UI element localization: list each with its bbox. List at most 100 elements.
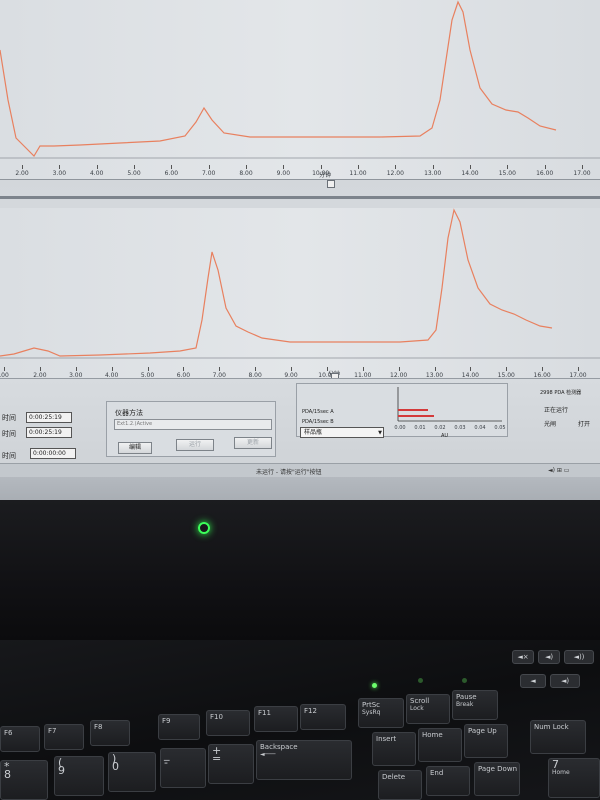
bottom-axis-tick-mark [39,367,41,371]
update-button[interactable]: 更新 [234,437,272,449]
status-bar: 未运行 - 请按"运行"按钮 ◄) ⊞ ▭ [0,463,600,477]
open-option[interactable]: 打开 [578,419,590,428]
keyboard: ◄× ◄) ◄)) ◄ ◄) F6 F7 F8 F9 F10 F11 F12 P… [0,640,600,800]
key-num-lock[interactable]: Num Lock [530,720,586,754]
top-axis-tick-mark [59,165,61,169]
legend-b: PDA/15sec B [302,419,334,425]
key-num-7[interactable]: 7 Home [548,758,600,798]
monitor-screen: 2.00 3.00 4.00 5.00 6.00 7.00 8.00 9.00 10.00 11.… [0,0,600,500]
panel-divider[interactable] [0,196,600,199]
key-f10[interactable]: F10 [206,710,250,736]
backspace-arrow-icon: ◄─── [260,751,276,758]
time-field-3: 0:00:00:00 [30,448,76,459]
key-f7[interactable]: F7 [44,724,84,750]
detector-title: 2998 PDA 检测器 [540,390,582,396]
key-home[interactable]: Home [418,728,462,762]
key-scroll-lock[interactable]: Scroll Lock [406,694,450,724]
chromatogram-panel-bottom[interactable]: .00 2.00 3.00 4.00 5.00 6.00 7.00 8.00 9.00 10.00… [0,208,600,388]
key-prtsc-top: PrtSc [362,701,381,709]
volume-mute-icon[interactable]: ◄ [520,674,546,688]
chromatogram-line-top [0,0,557,157]
sample-dropdown-value: 样品瓶 [304,429,323,436]
top-axis-tick-mark [507,165,509,169]
top-axis-tick-label: 6.00 [164,170,179,177]
chromatogram-panel-top[interactable]: 2.00 3.00 4.00 5.00 6.00 7.00 8.00 9.00 10.00 11.… [0,0,600,180]
control-area: 时间 0:00:25:19 时间 0:00:25:19 时间 0:00:00:0… [0,378,600,468]
legend-a: PDA/15sec A [302,409,334,415]
key-equals[interactable]: + = [208,744,254,784]
key-minus[interactable]: _ - [160,748,206,788]
key-delete[interactable]: Delete [378,770,422,800]
status-led-2 [418,678,423,683]
volume-icon[interactable]: ◄) [550,674,580,688]
key-prtsc[interactable]: PrtSc SysRq [358,698,404,728]
bottom-axis-tick-mark [75,367,77,371]
key-f6[interactable]: F6 [0,726,40,752]
bottom-axis-tick-mark [362,367,364,371]
power-icon [198,522,210,534]
key-backspace[interactable]: Backspace ◄─── [256,740,352,780]
key-8-bottom: 8 [4,768,11,781]
top-axis-tick-label: 17.00 [573,170,591,177]
top-axis-tick-mark [208,165,210,169]
key-f9[interactable]: F9 [158,714,200,740]
bottom-axis-tick-mark [183,367,185,371]
top-axis-tick-mark [134,165,135,169]
key-end[interactable]: End [426,766,470,796]
key-pause-bottom: Break [456,701,474,708]
bottom-axis-tick-mark [470,367,472,371]
mute-key-icon[interactable]: ◄× [512,650,534,664]
top-axis-tick-label: 8.00 [239,170,253,177]
status-led-3 [462,678,467,683]
key-f8[interactable]: F8 [90,720,130,746]
key-scroll-top: Scroll [410,697,430,705]
volume-down-key-icon[interactable]: ◄) [538,650,560,664]
key-0-bottom: 0 [112,760,119,773]
chromatogram-trace-bottom [0,208,600,359]
top-axis-tick-mark [582,165,583,169]
top-axis-tick-label: 11.00 [349,170,367,177]
bottom-axis-tick-mark [578,367,579,371]
time-axis-title-top: 分钟 [318,172,332,179]
key-insert[interactable]: Insert [372,732,416,766]
bottom-axis-tick-mark [398,367,400,371]
instrument-method-title: 仪器方法 [115,409,143,417]
top-axis-tick-label: 14.00 [461,170,479,177]
instrument-method-select[interactable]: Ext1.2.(Active [114,419,272,430]
bottom-axis-tick-mark [434,367,436,371]
top-axis-tick-label: 9.00 [276,170,291,177]
time-field-1: 0:00:25:19 [26,412,72,423]
key-page-up[interactable]: Page Up [464,724,508,758]
edit-button[interactable]: 编辑 [118,442,152,454]
key-f11[interactable]: F11 [254,706,298,732]
time-axis-top: 2.00 3.00 4.00 5.00 6.00 7.00 8.00 9.00 10.00 11.… [0,165,600,190]
top-axis-tick-label: 15.00 [498,170,516,177]
key-page-down[interactable]: Page Down [474,762,520,796]
top-axis-tick-label: 16.00 [536,170,554,177]
key-9[interactable]: ( 9 [54,756,104,796]
time-label-2: 时间 [2,430,16,438]
top-axis-tick-mark [96,165,98,169]
system-tray-icons[interactable]: ◄) ⊞ ▭ [548,467,569,474]
top-axis-tick-label: 3.00 [52,170,67,177]
key-0[interactable]: ) 0 [108,752,156,792]
key-pause[interactable]: Pause Break [452,690,498,720]
top-axis-tick-label: 12.00 [386,170,404,177]
top-axis-tick-label: 5.00 [127,170,141,177]
scroll-handle-top[interactable] [327,180,335,188]
run-button[interactable]: 运行 [176,439,214,451]
shutter-option[interactable]: 光闸 [544,419,556,428]
status-led-1 [372,683,377,688]
key-f12[interactable]: F12 [300,704,346,730]
top-axis-tick-mark [246,165,247,169]
top-axis-tick-label: 4.00 [89,170,104,177]
bottom-axis-tick-mark [506,367,508,371]
key-num-7-top: 7 [552,758,559,771]
absorbance-bar-a [398,409,428,411]
key-8[interactable]: * 8 [0,760,48,800]
top-axis-tick-mark [22,165,23,169]
bottom-axis-tick-mark [542,367,544,371]
volume-up-key-icon[interactable]: ◄)) [564,650,594,664]
time-field-2: 0:00:25:19 [26,427,72,438]
sample-dropdown[interactable]: 样品瓶 ▼ [300,427,384,438]
